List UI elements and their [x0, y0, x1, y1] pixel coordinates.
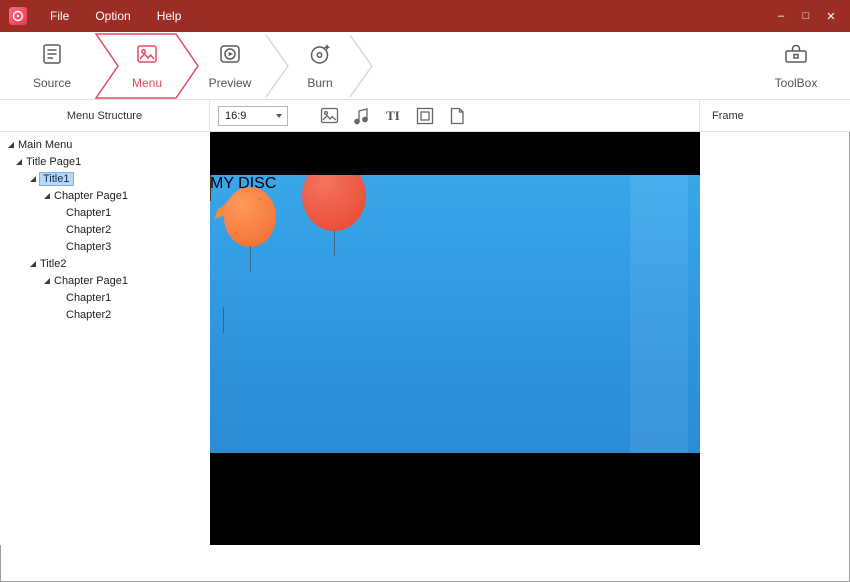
source-icon: [40, 42, 64, 71]
toolbox-label: ToolBox: [775, 76, 818, 90]
menu-structure-header: Menu Structure: [0, 100, 210, 131]
tree-item-label: Title Page1: [26, 156, 81, 168]
text-tool-button[interactable]: TI: [380, 104, 406, 128]
tree-item-label: Chapter1: [66, 292, 111, 304]
disc-menu-title[interactable]: MY DISC: [210, 175, 700, 193]
tab-menu-label: Menu: [132, 76, 162, 90]
tab-menu[interactable]: Menu: [105, 32, 189, 100]
next-page-button[interactable]: →: [210, 150, 700, 168]
frame-panel-title: Frame: [712, 110, 744, 122]
tree-expand-icon[interactable]: [30, 176, 36, 182]
text-tool-glyph: TI: [386, 108, 400, 124]
tree-item-chapter2[interactable]: Chapter2: [0, 221, 210, 238]
minimize-button[interactable]: –: [770, 5, 792, 27]
tree-expand-icon[interactable]: [30, 261, 36, 267]
window-controls: – □ ✕: [770, 5, 850, 27]
tree-item-label: Chapter3: [66, 241, 111, 253]
tree-item-chapter1-b[interactable]: Chapter1: [0, 289, 210, 306]
tree-item-label: Chapter Page1: [54, 190, 128, 202]
tree-expand-icon[interactable]: [44, 193, 50, 199]
tree-item-chapter3[interactable]: Chapter3: [0, 238, 210, 255]
app-logo-icon: [9, 7, 27, 25]
tree-item-label: Chapter1: [66, 207, 111, 219]
tree-item-main-menu[interactable]: Main Menu: [0, 136, 210, 153]
step-navigation: Source Menu Preview: [0, 32, 850, 100]
background-image-tool-button[interactable]: [316, 104, 342, 128]
menu-preview: MY DISC ← →: [210, 132, 700, 545]
tree-item-label: Chapter Page1: [54, 275, 128, 287]
frame-tool-button[interactable]: [412, 104, 438, 128]
tree-item-chapter-page1-b[interactable]: Chapter Page1: [0, 272, 210, 289]
background-music-tool-button[interactable]: [348, 104, 374, 128]
tree-expand-icon[interactable]: [44, 278, 50, 284]
tree-item-label: Main Menu: [18, 139, 72, 151]
menu-tools: 16:9 TI: [210, 100, 700, 131]
previous-page-button[interactable]: ←: [210, 132, 700, 150]
menu-structure-label: Menu Structure: [67, 110, 142, 122]
aspect-ratio-value: 16:9: [219, 110, 271, 122]
toolbox-icon: [783, 42, 809, 71]
toolbox-button[interactable]: ToolBox: [754, 32, 838, 100]
tree-item-title2[interactable]: Title2: [0, 255, 210, 272]
tab-source-label: Source: [33, 76, 71, 90]
menu-preview-scene[interactable]: MY DISC: [210, 175, 700, 453]
menu-help[interactable]: Help: [144, 0, 195, 32]
thumbnail-tool-button[interactable]: [444, 104, 470, 128]
tree-item-label: Chapter2: [66, 224, 111, 236]
menu-option[interactable]: Option: [82, 0, 143, 32]
tree-expand-icon[interactable]: [16, 159, 22, 165]
sub-toolbar: Menu Structure 16:9 TI: [0, 100, 850, 132]
dvd-creator-window: File Option Help – □ ✕ Source: [0, 0, 850, 582]
arrow-down-left-icon: [210, 193, 700, 228]
frame-panel-header: Frame: [700, 100, 850, 131]
titlebar: File Option Help – □ ✕: [0, 0, 850, 32]
balloon: [224, 187, 276, 247]
tree-item-label: Title2: [40, 258, 67, 270]
tree-item-chapter-page1[interactable]: Chapter Page1: [0, 187, 210, 204]
menu-structure-tree: Main Menu Title Page1 Title1 Chapter Pag…: [0, 132, 210, 545]
tree-expand-icon[interactable]: [8, 142, 14, 148]
tree-item-label: Chapter2: [66, 309, 111, 321]
tree-item-title1[interactable]: Title1: [0, 170, 210, 187]
tab-burn-label: Burn: [307, 76, 332, 90]
close-button[interactable]: ✕: [820, 5, 842, 27]
menu-file[interactable]: File: [37, 0, 82, 32]
chevron-down-icon: [276, 114, 282, 118]
preview-control-bar: ← →: [210, 132, 700, 168]
tree-item-title-page1[interactable]: Title Page1: [0, 153, 210, 170]
tree-item-chapter2-b[interactable]: Chapter2: [0, 306, 210, 323]
burn-disc-icon: [308, 42, 332, 71]
tab-source[interactable]: Source: [14, 32, 90, 100]
menu-template-icon: [135, 42, 159, 71]
preview-play-icon: [218, 42, 242, 71]
balloon: [210, 259, 244, 307]
tree-item-label: Title1: [40, 173, 73, 185]
tab-burn[interactable]: Burn: [282, 32, 358, 100]
aspect-ratio-dropdown[interactable]: 16:9: [218, 106, 288, 126]
tab-preview[interactable]: Preview: [192, 32, 268, 100]
tree-item-chapter1[interactable]: Chapter1: [0, 204, 210, 221]
tab-preview-label: Preview: [209, 76, 252, 90]
maximize-button[interactable]: □: [795, 5, 817, 27]
